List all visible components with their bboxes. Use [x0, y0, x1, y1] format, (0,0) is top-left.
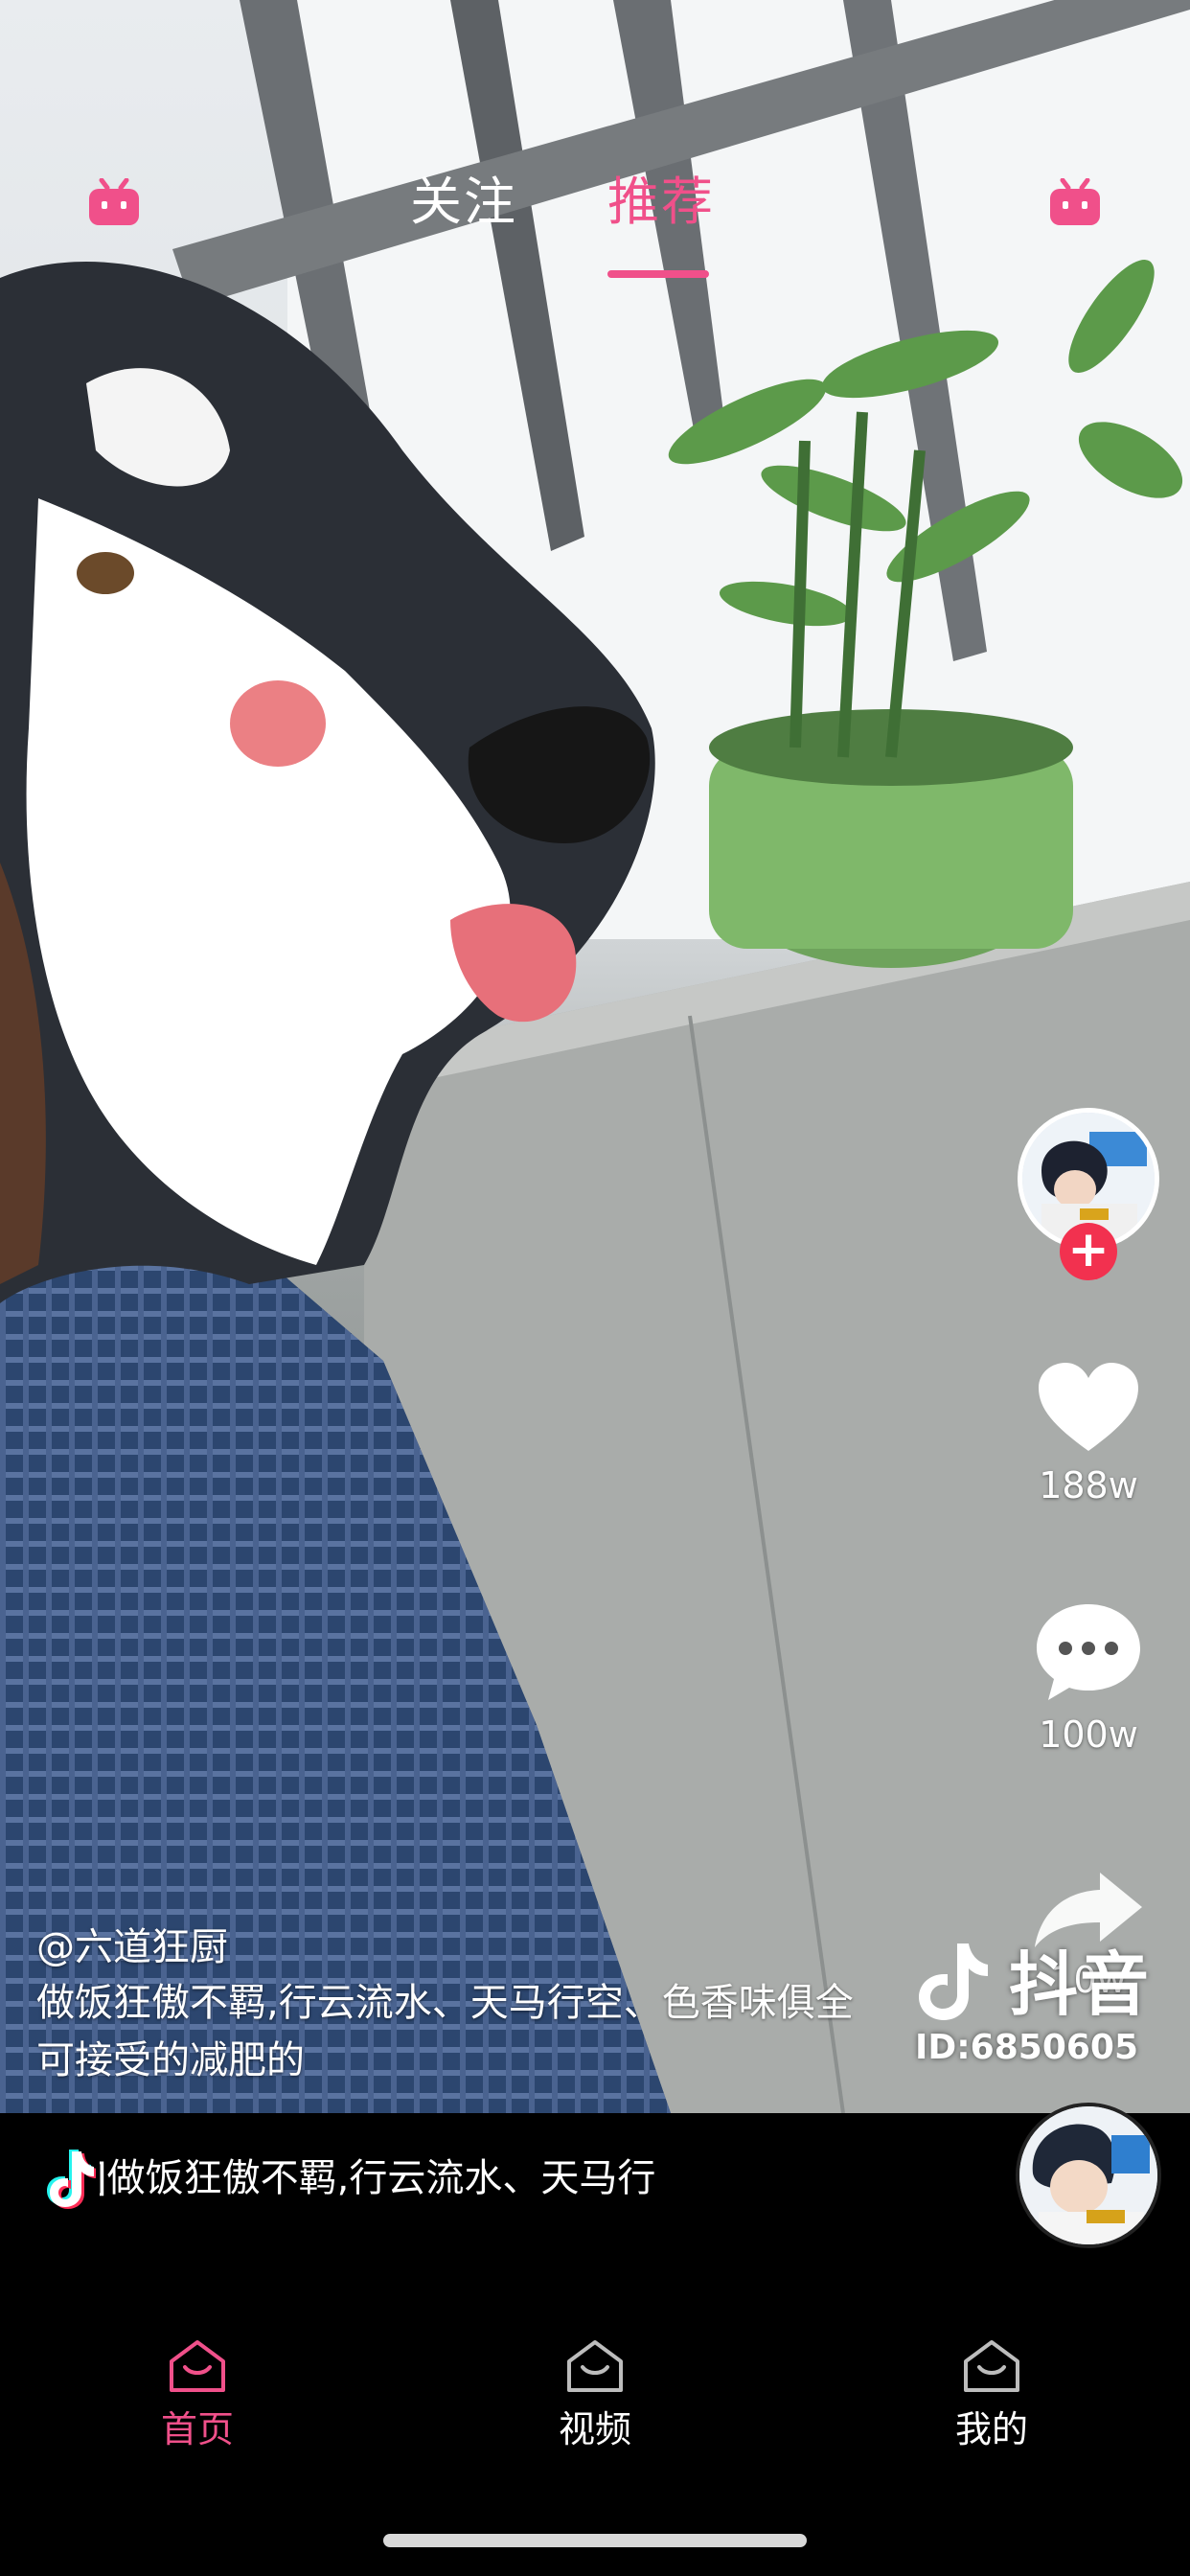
nav-home-label: 首页 — [160, 2408, 234, 2450]
description-line-1: 做饭狂傲不羁,行云流水、天马行空、色香味俱全 — [36, 1981, 854, 2025]
video-icon — [567, 2340, 623, 2392]
description-line-2: 可接受的减肥的 — [36, 2038, 305, 2082]
video-frame-illustration — [0, 0, 1190, 2113]
like-count: 188w — [1039, 1464, 1138, 1506]
tab-recommend[interactable]: 推荐 — [607, 171, 715, 234]
tiktok-logo-icon — [919, 1944, 988, 2020]
author-name[interactable]: @六道狂厨 — [36, 1920, 918, 1974]
music-disc-image — [1019, 2106, 1157, 2244]
comment-bubble-icon — [1037, 1604, 1140, 1700]
comment-button[interactable]: 100w — [1025, 1598, 1152, 1756]
follow-button[interactable]: + — [1060, 1223, 1117, 1280]
bottom-nav: 首页 视频 我的 — [0, 2266, 1190, 2576]
music-bar[interactable]: ]做饭狂傲不羁,行云流水、天马行 — [0, 2113, 1190, 2266]
nav-video[interactable]: 视频 — [499, 2338, 691, 2452]
music-disc[interactable] — [1016, 2103, 1161, 2248]
nav-mine-label: 我的 — [954, 2408, 1028, 2450]
video-player[interactable] — [0, 0, 1190, 2113]
tab-follow[interactable]: 关注 — [410, 171, 517, 234]
music-note-icon — [47, 2150, 96, 2209]
music-title-marquee: ]做饭狂傲不羁,行云流水、天马行 — [100, 2150, 682, 2207]
nav-mine[interactable]: 我的 — [896, 2338, 1087, 2452]
active-tab-indicator — [607, 270, 709, 278]
heart-icon — [1039, 1363, 1138, 1451]
tv-robot-icon[interactable] — [86, 178, 142, 228]
profile-icon — [964, 2340, 1019, 2392]
video-caption: @六道狂厨 做饭狂傲不羁,行云流水、天马行空、色香味俱全 可接受的减肥的 — [36, 1920, 918, 2089]
tv-robot-icon[interactable] — [1047, 178, 1103, 228]
nav-home[interactable]: 首页 — [102, 2338, 293, 2452]
music-title: ]做饭狂傲不羁,行云流水、天马行 — [100, 2156, 656, 2200]
comment-count: 100w — [1039, 1714, 1138, 1756]
like-button[interactable]: 188w — [1025, 1359, 1152, 1506]
watermark-brand: 抖音 — [1009, 1944, 1152, 2025]
home-icon — [170, 2340, 225, 2392]
nav-video-label: 视频 — [558, 2408, 631, 2450]
watermark-id: ID:6850605 — [915, 2028, 1139, 2067]
home-indicator — [383, 2534, 807, 2547]
